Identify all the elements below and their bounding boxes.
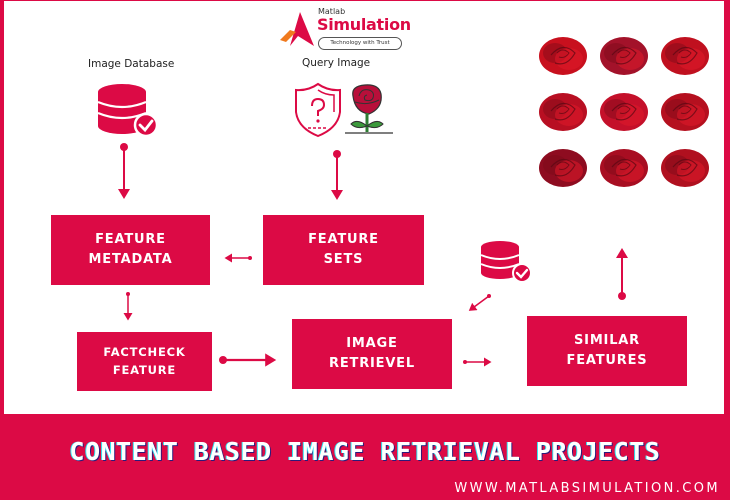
arrow-database-to-metadata: [118, 143, 130, 199]
arrow-similar-to-results: [616, 248, 628, 300]
arrow-feature-sets-to-metadata: [224, 253, 252, 263]
rose-thumbnail: [537, 145, 589, 189]
footer-title: CONTENT BASED IMAGE RETRIEVAL PROJECTS: [69, 437, 661, 466]
arrow-metadata-to-factcheck: [123, 292, 133, 321]
rose-thumbnail: [537, 89, 589, 133]
retrieved-images-grid: [537, 33, 715, 191]
footer-url[interactable]: WWW.MATLABSIMULATION.COM: [454, 481, 720, 496]
arrow-database-to-retrieval: [468, 294, 491, 311]
rose-thumbnail: [537, 33, 589, 77]
rose-thumbnail: [659, 145, 711, 189]
rose-thumbnail: [598, 33, 650, 77]
rose-thumbnail: [598, 145, 650, 189]
rose-thumbnail: [598, 89, 650, 133]
rose-thumbnail: [659, 33, 711, 77]
arrow-retrieval-to-similar: [463, 357, 492, 367]
arrow-factcheck-to-retrieval: [219, 353, 277, 367]
arrow-query-to-feature-sets: [331, 150, 343, 200]
rose-thumbnail: [659, 89, 711, 133]
